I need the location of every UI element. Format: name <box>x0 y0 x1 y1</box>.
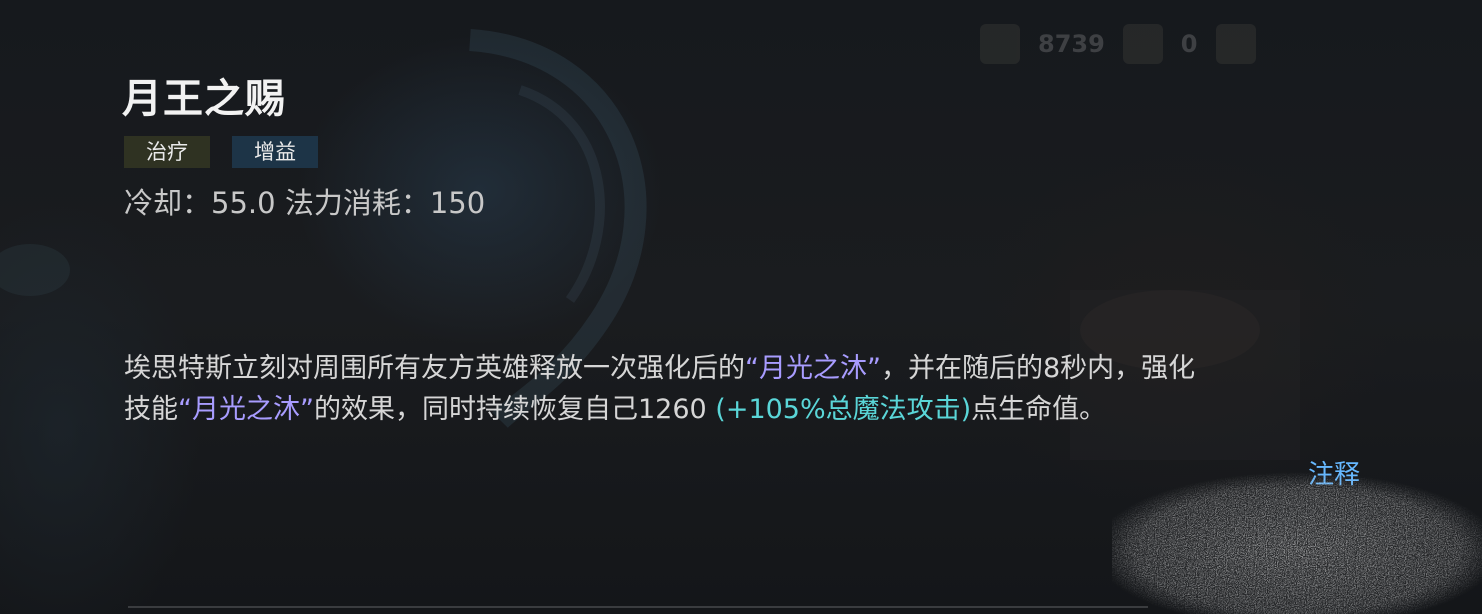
hud-top-right: 8739 0 <box>980 24 1256 64</box>
skill-detail-screen: 8739 0 月王之赐 治疗 增益 冷却：55.0 法力消耗：150 埃思特斯立… <box>0 0 1482 614</box>
skill-tags: 治疗 增益 <box>124 136 318 168</box>
menu-icon <box>1215 24 1256 64</box>
skill-reference: “月光之沐” <box>745 353 881 384</box>
skill-description: 埃思特斯立刻对周围所有友方英雄释放一次强化后的“月光之沐”，并在随后的8秒内，强… <box>124 348 1404 430</box>
description-text: 技能 <box>124 394 178 425</box>
description-text: 埃思特斯立刻对周围所有友方英雄释放一次强化后的 <box>124 353 745 384</box>
hud-value-gold: 8739 <box>1038 30 1105 58</box>
skill-name: 月王之赐 <box>122 76 286 122</box>
description-text: 点生命值。 <box>971 394 1107 425</box>
tag-heal: 治疗 <box>124 136 210 168</box>
cooldown-label: 冷却： <box>124 186 212 220</box>
divider <box>128 606 1148 608</box>
skill-stats: 冷却：55.0 法力消耗：150 <box>124 180 485 222</box>
description-text: ，并在随后的8秒内，强化 <box>880 353 1196 384</box>
tag-buff: 增益 <box>232 136 318 168</box>
skill-reference: “月光之沐” <box>178 394 314 425</box>
noise-watermark <box>1112 472 1482 614</box>
mana-cost-value: 150 <box>429 186 486 220</box>
coin-icon <box>980 24 1020 64</box>
hud-value-secondary: 0 <box>1180 30 1198 58</box>
scaling-value: (+105%总魔法攻击) <box>715 394 972 425</box>
cooldown-value: 55.0 <box>211 186 276 220</box>
mana-cost-label: 法力消耗： <box>284 186 430 220</box>
item-icon <box>1122 24 1163 64</box>
description-text: 的效果，同时持续恢复自己1260 <box>313 394 716 425</box>
